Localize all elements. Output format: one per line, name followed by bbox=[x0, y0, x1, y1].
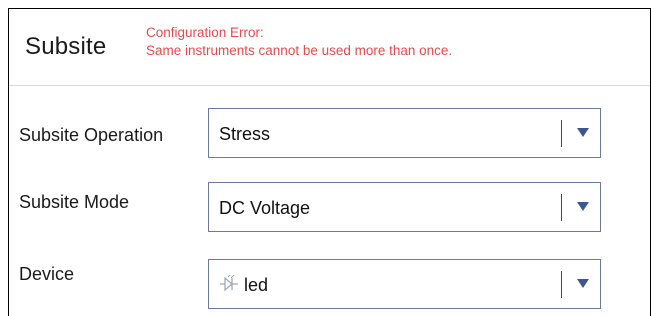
dropdown-separator bbox=[561, 271, 562, 298]
chevron-down-icon[interactable] bbox=[577, 202, 589, 211]
subsite-operation-value: Stress bbox=[219, 124, 271, 144]
subsite-panel: Subsite Configuration Error: Same instru… bbox=[8, 8, 651, 316]
panel-title: Subsite bbox=[25, 33, 107, 60]
error-detail: Same instruments cannot be used more tha… bbox=[146, 43, 453, 58]
chevron-down-icon[interactable] bbox=[577, 128, 589, 137]
header-divider bbox=[9, 85, 650, 86]
dropdown-separator bbox=[561, 194, 562, 221]
subsite-mode-label: Subsite Mode bbox=[19, 192, 130, 212]
device-value: led bbox=[244, 275, 269, 295]
subsite-operation-label: Subsite Operation bbox=[19, 125, 164, 145]
dropdown-separator bbox=[561, 120, 562, 147]
subsite-mode-value: DC Voltage bbox=[219, 198, 311, 218]
error-title: Configuration Error: bbox=[146, 25, 264, 40]
device-label: Device bbox=[19, 264, 75, 284]
subsite-operation-select[interactable]: Stress bbox=[208, 108, 601, 158]
subsite-mode-select[interactable]: DC Voltage bbox=[208, 182, 601, 232]
chevron-down-icon[interactable] bbox=[577, 279, 589, 288]
led-diode-icon bbox=[219, 273, 239, 293]
configuration-error-message: Configuration Error: Same instruments ca… bbox=[146, 24, 452, 60]
device-select[interactable]: led bbox=[208, 259, 601, 309]
